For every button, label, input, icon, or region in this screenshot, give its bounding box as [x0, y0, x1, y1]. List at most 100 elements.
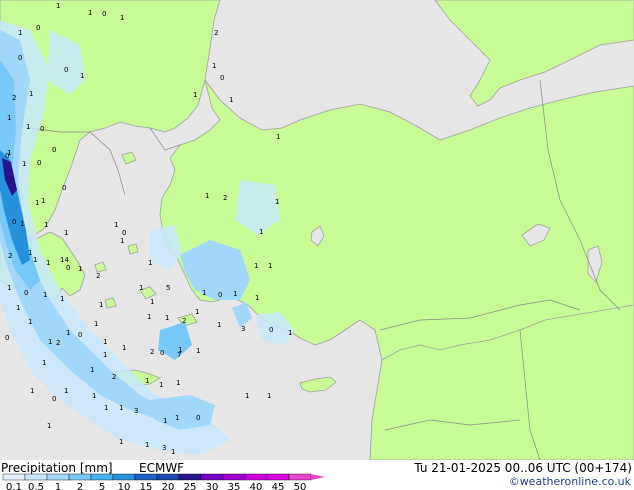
precip-value-label: 1: [275, 198, 279, 206]
precip-value-label: 5: [166, 284, 170, 292]
precip-value-label: 1: [145, 441, 149, 449]
precip-value-label: 1: [119, 438, 123, 446]
precip-value-label: 1: [78, 265, 82, 273]
precip-value-label: 1: [41, 197, 45, 205]
precip-value-label: 7: [177, 351, 181, 359]
precip-value-label: 1: [254, 262, 258, 270]
precip-value-label: 1: [64, 387, 68, 395]
precip-value-label: 1: [29, 90, 33, 98]
precip-value-label: 1: [92, 392, 96, 400]
precip-value-label: 0: [12, 218, 16, 226]
precip-value-label: 1: [259, 228, 263, 236]
precip-value-label: 1: [18, 29, 22, 37]
map-footer: Precipitation [mm] ECMWF Tu 21-01-2025 0…: [0, 460, 634, 490]
precip-value-label: 0: [122, 229, 126, 237]
precip-value-label: 1: [267, 392, 271, 400]
precip-value-label: 3: [162, 444, 166, 452]
precip-value-label: 1: [171, 448, 175, 456]
precip-value-label: 1: [205, 192, 209, 200]
precip-value-label: 1: [33, 256, 37, 264]
precip-value-label: 1: [159, 381, 163, 389]
legend-label: 15: [140, 482, 153, 490]
precip-value-label: 1: [217, 321, 221, 329]
precip-value-label: 1: [104, 404, 108, 412]
precip-value-label: 1: [212, 62, 216, 70]
precip-value-label: 1: [22, 160, 26, 168]
precip-value-label: 2: [182, 317, 186, 325]
precip-value-label: 1: [44, 221, 48, 229]
precip-value-label: 1: [103, 351, 107, 359]
precip-value-label: 1: [47, 422, 51, 430]
precip-value-label: 1: [48, 338, 52, 346]
precip-value-label: 3: [134, 407, 138, 415]
precip-value-label: 1: [60, 295, 64, 303]
precip-value-label: 1: [195, 308, 199, 316]
precip-value-label: 1: [114, 221, 118, 229]
precipitation-map: 11 0 101 2001111121 0001 0101 11 2 10 11 11 0 11210 1…: [0, 0, 634, 460]
precip-value-label: 1: [7, 114, 11, 122]
precip-value-label: 0: [78, 331, 82, 339]
precip-value-label: 1: [66, 329, 70, 337]
legend-label: 30: [206, 482, 219, 490]
precip-value-label: 1: [147, 313, 151, 321]
precip-value-label: 0: [37, 159, 41, 167]
legend-swatch: [266, 473, 290, 481]
precip-value-label: 1: [46, 259, 50, 267]
legend-label: 20: [162, 482, 175, 490]
precip-value-label: 1: [28, 249, 32, 257]
legend-swatch: [288, 473, 312, 481]
precip-value-label: 0: [18, 54, 22, 62]
precip-value-label: 0: [269, 326, 273, 334]
precip-value-label: 1: [233, 290, 237, 298]
precip-value-label: 1: [193, 91, 197, 99]
precip-value-label: 1: [229, 96, 233, 104]
precip-value-label: 0: [64, 66, 68, 74]
precip-value-label: 2: [96, 272, 100, 280]
precip-value-label: 0: [40, 125, 44, 133]
precip-value-label: 1: [145, 377, 149, 385]
precip-value-label: 1: [64, 229, 68, 237]
precip-value-label: 1: [35, 199, 39, 207]
precip-value-label: 1: [139, 284, 143, 292]
precip-value-label: 1: [43, 291, 47, 299]
precip-value-label: 2: [214, 29, 218, 37]
credit-text: ©weatheronline.co.uk: [508, 475, 631, 488]
legend-label: 1: [55, 482, 61, 490]
precip-value-label: 0: [52, 395, 56, 403]
precip-legend: 0.1 0.5 1 2 5 10 15 20 25 30 35 40 45 50: [2, 473, 325, 490]
precip-value-label: 0: [5, 334, 9, 342]
precip-value-label: 1: [202, 289, 206, 297]
precip-value-label: 0: [220, 74, 224, 82]
legend-swatch: [178, 473, 202, 481]
legend-swatch: [200, 473, 224, 481]
precip-value-label: 1: [80, 72, 84, 80]
precip-value-label: 1: [165, 314, 169, 322]
legend-swatch: [156, 473, 180, 481]
precip-value-label: 1: [245, 392, 249, 400]
precip-value-label: 1: [255, 294, 259, 302]
precip-value-label: 1: [20, 220, 24, 228]
precip-value-label: 1: [30, 387, 34, 395]
precip-value-label: 1: [7, 149, 11, 157]
legend-label: 45: [272, 482, 285, 490]
precip-value-label: 0: [66, 264, 70, 272]
legend-swatch: [244, 473, 268, 481]
precip-value-label: 1: [119, 404, 123, 412]
legend-label: 2: [77, 482, 83, 490]
precip-value-label: 2: [112, 373, 116, 381]
precip-value-label: 1: [88, 9, 92, 17]
legend-swatch: [24, 473, 48, 481]
precip-value-label: 0: [218, 291, 222, 299]
precip-value-label: 2: [12, 94, 16, 102]
precip-value-label: 0: [36, 24, 40, 32]
legend-label: 50: [294, 482, 307, 490]
precip-value-label: 0: [102, 10, 106, 18]
precip-value-label: 1: [268, 262, 272, 270]
legend-label: 35: [228, 482, 241, 490]
precip-value-label: 1: [122, 344, 126, 352]
legend-swatch: [134, 473, 158, 481]
legend-label: 40: [250, 482, 263, 490]
precip-value-label: 1: [99, 301, 103, 309]
precip-value-label: 2: [56, 339, 60, 347]
precip-value-label: 1: [120, 237, 124, 245]
